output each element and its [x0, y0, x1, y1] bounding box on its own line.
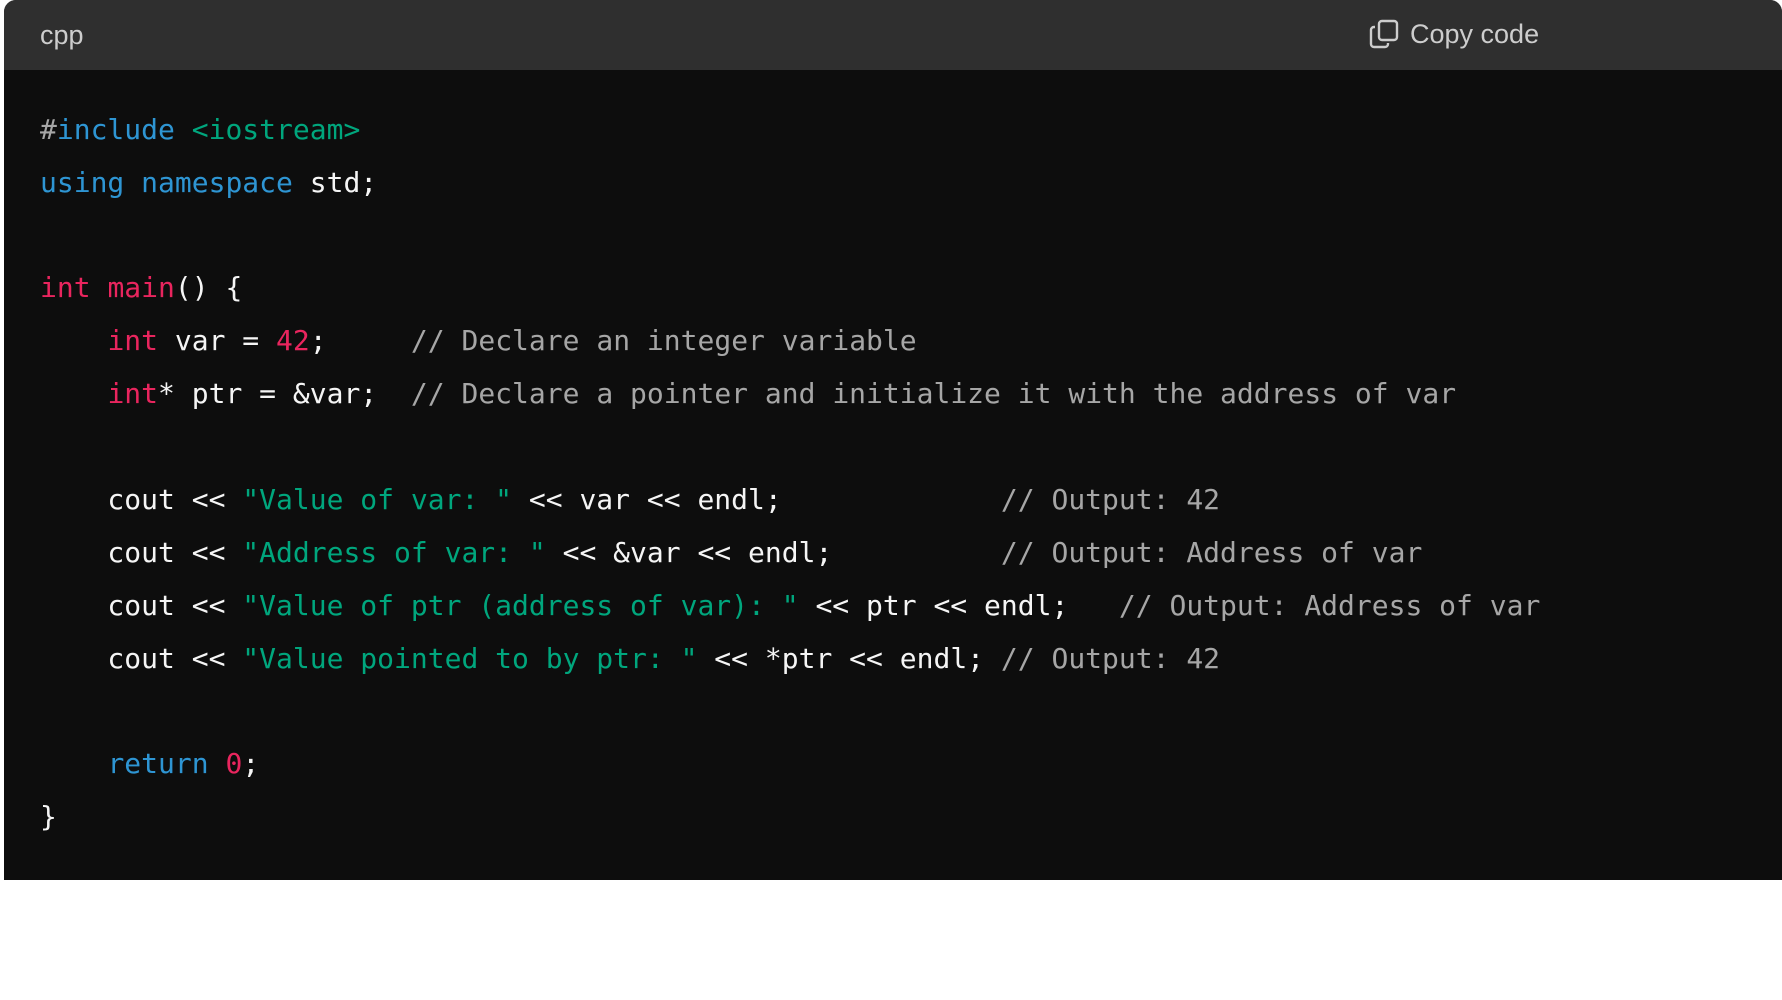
code-line: return 0; [40, 744, 259, 784]
code-token-string: "Value of var: " [242, 483, 513, 516]
code-token-comment: // Output: Address of var [1118, 589, 1541, 622]
code-token-type: int [40, 271, 91, 304]
code-token-type: int [107, 324, 159, 357]
code-token-comment: // Output: 42 [1000, 642, 1221, 675]
code-token-string: "Value pointed to by ptr: " [242, 642, 698, 675]
code-token-comment: // Output: Address of var [1000, 536, 1423, 569]
code-line: int var = 42; // Declare an integer vari… [40, 321, 917, 361]
code-block-header: cpp Copy code [4, 0, 1782, 70]
code-token-plain: << var << endl; [512, 483, 1001, 516]
code-token-plain: << ptr << endl; [798, 589, 1119, 622]
code-token-type: int [107, 377, 159, 410]
code-token-plain: cout << [40, 642, 243, 675]
code-token-plain: cout << [40, 589, 243, 622]
code-token-keyword: namespace [141, 166, 293, 199]
language-label: cpp [40, 19, 84, 50]
code-token-plain: * ptr = &var; [158, 377, 411, 410]
code-token-keyword: return [107, 747, 209, 780]
code-token-keyword: using [40, 166, 125, 199]
code-token-plain: << *ptr << endl; [697, 642, 1001, 675]
code-token-number: 42 [276, 324, 310, 357]
code-token-plain: cout << [40, 483, 243, 516]
copy-code-label: Copy code [1410, 18, 1540, 49]
code-block: cpp Copy code #include <iostream> using n… [4, 0, 1782, 880]
code-line: cout << "Value of ptr (address of var): … [40, 586, 1540, 626]
code-content[interactable]: #include <iostream> using namespace std; i… [4, 70, 1782, 833]
code-line: cout << "Value pointed to by ptr: " << *… [40, 639, 1220, 679]
code-token-plain: () { [174, 271, 243, 304]
code-token-comment: // Declare an integer variable [410, 324, 917, 357]
code-token-plain: ; [309, 324, 411, 357]
code-line: int main() { [40, 268, 242, 308]
code-token-string: <iostream> [191, 113, 361, 146]
code-token-plain: << &var << endl; [545, 536, 1001, 569]
code-token-number: 0 [225, 747, 243, 780]
code-line: cout << "Value of var: " << var << endl;… [40, 480, 1220, 520]
code-token-plain: ; [242, 747, 260, 780]
code-token-string: "Address of var: " [242, 536, 546, 569]
copy-icon [1368, 18, 1400, 50]
copy-code-button[interactable]: Copy code [1368, 18, 1539, 50]
code-token-comment: // Output: 42 [1000, 483, 1221, 516]
code-token-plain: } [40, 800, 57, 833]
code-token-plain: cout << [40, 536, 243, 569]
code-line: } [40, 797, 57, 837]
code-token-plain: std; [292, 166, 378, 199]
code-token-func: main [107, 271, 175, 304]
code-line: #include <iostream> [40, 110, 360, 150]
code-token-meta: # [40, 113, 57, 146]
code-token-keyword: include [56, 113, 175, 146]
code-token-comment: // Declare a pointer and initialize it w… [410, 377, 1457, 410]
code-line: int* ptr = &var; // Declare a pointer an… [40, 374, 1456, 414]
code-line: using namespace std; [40, 163, 377, 203]
code-token-string: "Value of ptr (address of var): " [242, 589, 799, 622]
code-line: cout << "Address of var: " << &var << en… [40, 533, 1422, 573]
code-token-plain: var = [158, 324, 277, 357]
